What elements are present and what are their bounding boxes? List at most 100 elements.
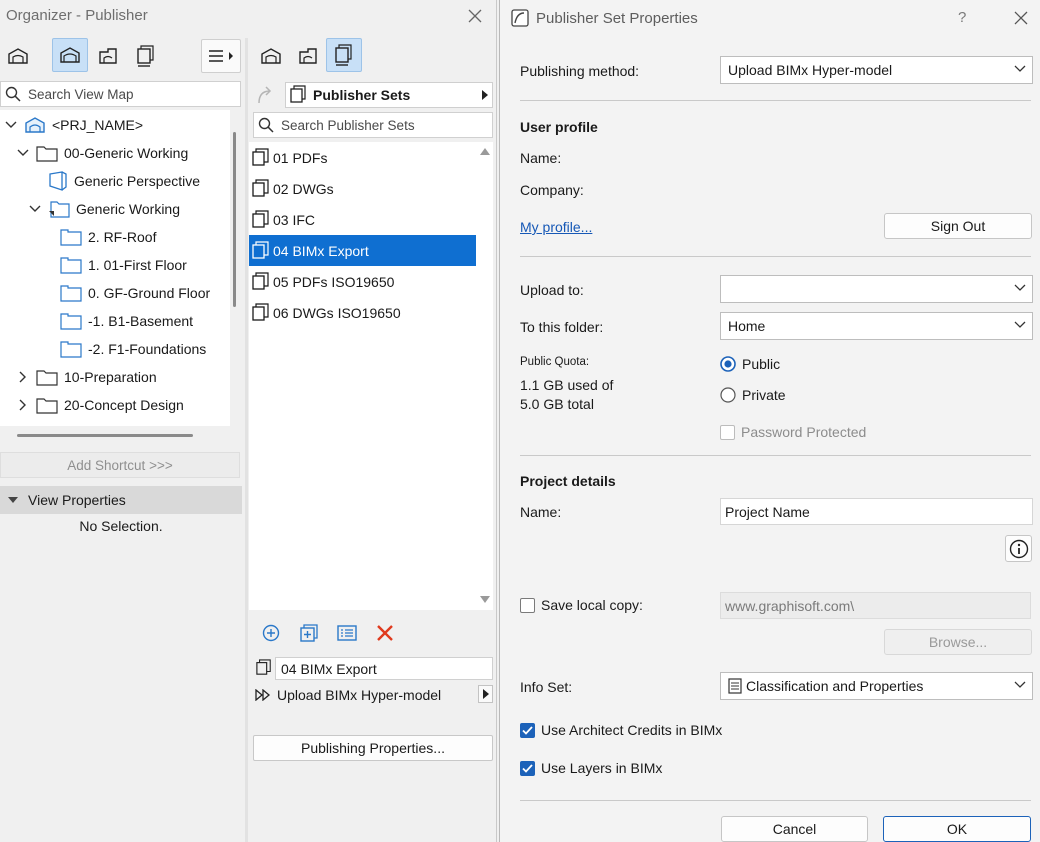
- publisher-set-icon: [252, 272, 270, 291]
- tree-item-label: -1. B1-Basement: [88, 313, 194, 329]
- list-item[interactable]: 03 IFC: [249, 204, 476, 235]
- tree-item-label: 00-Generic Working: [64, 145, 189, 161]
- sign-out-button[interactable]: Sign Out: [884, 213, 1032, 239]
- chevron-down-icon[interactable]: [16, 149, 30, 157]
- search-view-map-input[interactable]: Search View Map: [0, 81, 241, 107]
- project-name-label: Name:: [520, 504, 562, 520]
- publisher-sets-icon[interactable]: [128, 39, 164, 73]
- to-this-folder-select[interactable]: Home: [720, 312, 1033, 340]
- chevron-right-icon[interactable]: [16, 399, 30, 411]
- selected-set-name-field[interactable]: 04 BIMx Export: [275, 657, 493, 680]
- organizer-title: Organizer - Publisher: [6, 7, 148, 24]
- list-item-selected[interactable]: 04 BIMx Export: [249, 235, 476, 266]
- properties-icon[interactable]: [336, 622, 358, 644]
- project-map-icon-right[interactable]: [253, 39, 289, 73]
- chevron-down-icon[interactable]: [4, 121, 18, 129]
- add-circle-icon[interactable]: [260, 622, 282, 644]
- use-architect-credits-checkbox[interactable]: Use Architect Credits in BIMx: [520, 722, 722, 738]
- perspective-view-icon: [48, 171, 68, 191]
- tree-item-folder[interactable]: 00-Generic Working: [16, 139, 188, 167]
- list-item-label: 02 DWGs: [273, 180, 334, 197]
- organizer-menu-button[interactable]: [201, 39, 241, 73]
- go-up-icon[interactable]: [255, 85, 279, 105]
- tree-item-label: 20-Concept Design: [64, 397, 184, 413]
- folder-icon: [36, 396, 58, 414]
- list-item[interactable]: 01 PDFs: [249, 142, 476, 173]
- tree-item-view[interactable]: Generic Perspective: [48, 167, 200, 195]
- publisher-set-icon: [289, 85, 309, 105]
- tree-horizontal-scrollbar[interactable]: [17, 434, 193, 437]
- tree-item-folder[interactable]: 10-Preparation: [16, 363, 157, 391]
- layout-book-icon-right[interactable]: [290, 39, 326, 73]
- list-item[interactable]: 06 DWGs ISO19650: [249, 297, 476, 328]
- tree-item-folder[interactable]: Generic Working: [28, 195, 180, 223]
- public-radio-label: Public: [742, 356, 781, 372]
- to-this-folder-value: Home: [728, 318, 766, 334]
- chevron-down-icon[interactable]: [28, 205, 42, 213]
- organizer-close-icon[interactable]: [464, 5, 486, 27]
- tree-item-label: 2. RF-Roof: [88, 229, 157, 245]
- info-set-icon: [728, 678, 742, 694]
- list-item[interactable]: 02 DWGs: [249, 173, 476, 204]
- tree-item-view[interactable]: 0. GF-Ground Floor: [60, 279, 210, 307]
- info-set-select[interactable]: Classification and Properties: [720, 672, 1033, 700]
- add-shortcut-button[interactable]: Add Shortcut >>>: [0, 452, 240, 478]
- delete-icon[interactable]: [374, 622, 396, 644]
- tree-item-view[interactable]: -2. F1-Foundations: [60, 335, 206, 363]
- story-view-icon: [60, 284, 82, 302]
- project-name-input[interactable]: Project Name: [720, 498, 1033, 525]
- tree-item-folder[interactable]: 20-Concept Design: [16, 391, 184, 419]
- project-map-icon[interactable]: [0, 39, 36, 73]
- publishing-method-select[interactable]: Upload BIMx Hyper-model: [720, 56, 1033, 84]
- story-view-icon: [60, 312, 82, 330]
- tree-item-project[interactable]: <PRJ_NAME>: [4, 111, 143, 139]
- tree-item-view[interactable]: 1. 01-First Floor: [60, 251, 187, 279]
- scroll-up-icon[interactable]: [480, 148, 490, 155]
- browse-button[interactable]: Browse...: [884, 629, 1032, 655]
- list-item[interactable]: 05 PDFs ISO19650: [249, 266, 476, 297]
- folder-icon: [36, 368, 58, 386]
- separator: [520, 455, 1031, 456]
- chevron-right-icon[interactable]: [16, 371, 30, 383]
- layout-book-icon[interactable]: [90, 39, 126, 73]
- chevron-down-icon: [1014, 321, 1026, 329]
- tree-item-view[interactable]: 2. RF-Roof: [60, 223, 156, 251]
- scroll-down-icon[interactable]: [480, 596, 490, 603]
- quota-used-text: 1.1 GB used of: [520, 377, 614, 393]
- panel-divider[interactable]: [245, 38, 248, 842]
- list-item-label: 06 DWGs ISO19650: [273, 304, 401, 321]
- quota-total-text: 5.0 GB total: [520, 396, 594, 412]
- info-icon[interactable]: [1005, 535, 1032, 562]
- view-map-icon[interactable]: [52, 38, 88, 72]
- private-radio[interactable]: Private: [720, 387, 786, 403]
- publisher-sets-list: 01 PDFs 02 DWGs 03 IFC 04 BIMx Export 05…: [249, 142, 493, 610]
- tree-item-view[interactable]: -1. B1-Basement: [60, 307, 193, 335]
- publisher-set-icon: [256, 659, 272, 676]
- dialog-close-icon[interactable]: [1010, 7, 1032, 29]
- publisher-sets-icon-right[interactable]: [326, 38, 362, 72]
- method-arrow-button[interactable]: [478, 685, 493, 703]
- my-profile-link[interactable]: My profile...: [520, 219, 592, 235]
- use-layers-checkbox[interactable]: Use Layers in BIMx: [520, 760, 662, 776]
- publishing-method-label: Publishing method:: [520, 63, 640, 79]
- new-folder-icon[interactable]: [298, 622, 320, 644]
- cancel-button[interactable]: Cancel: [721, 816, 868, 842]
- separator: [520, 800, 1031, 801]
- view-properties-header[interactable]: View Properties: [0, 486, 242, 514]
- separator: [520, 100, 1031, 101]
- publishing-properties-button[interactable]: Publishing Properties...: [253, 735, 493, 761]
- tree-vertical-scrollbar[interactable]: [233, 132, 236, 307]
- info-set-label: Info Set:: [520, 679, 573, 695]
- save-local-copy-checkbox[interactable]: Save local copy:: [520, 597, 643, 613]
- user-profile-title: User profile: [520, 119, 598, 135]
- tree-item-label: <PRJ_NAME>: [52, 117, 144, 133]
- to-this-folder-label: To this folder:: [520, 319, 604, 335]
- help-button[interactable]: ?: [958, 9, 966, 26]
- upload-to-select[interactable]: [720, 275, 1033, 303]
- search-publisher-sets-input[interactable]: Search Publisher Sets: [253, 112, 493, 138]
- password-protected-checkbox[interactable]: Password Protected: [720, 424, 866, 440]
- ok-button[interactable]: OK: [883, 816, 1031, 842]
- publisher-sets-dropdown[interactable]: Publisher Sets: [285, 82, 493, 108]
- selected-set-method[interactable]: Upload BIMx Hyper-model: [255, 684, 493, 706]
- public-radio[interactable]: Public: [720, 356, 780, 372]
